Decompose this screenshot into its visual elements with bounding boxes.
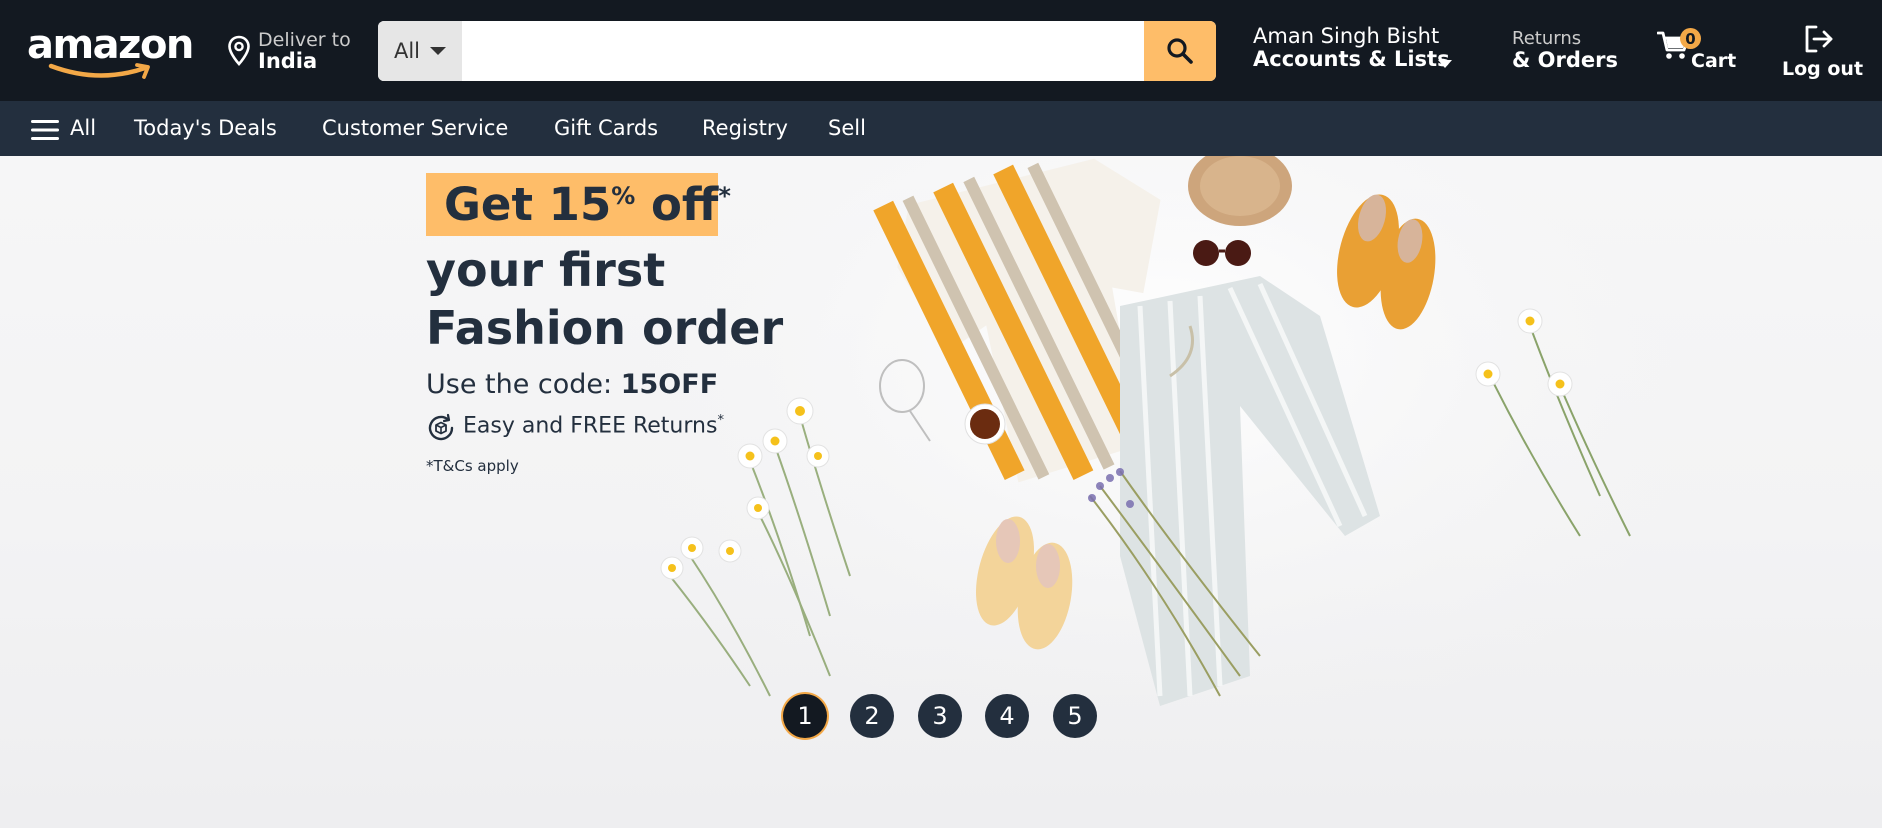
headline-line2: Fashion order — [426, 301, 784, 355]
terms-text: *T&Cs apply — [426, 457, 519, 475]
logout-button[interactable]: Log out — [1780, 24, 1863, 80]
logo-smile-icon — [48, 63, 150, 79]
logout-label: Log out — [1782, 58, 1864, 80]
nav-all[interactable]: All — [70, 101, 96, 156]
discount-asterisk: * — [718, 182, 731, 210]
discount-badge-text: Get 15% off* — [444, 178, 731, 231]
promo-code: 15OFF — [620, 369, 719, 400]
search-input[interactable] — [462, 21, 1122, 81]
cart-label: Cart — [1691, 50, 1737, 72]
cart-button[interactable]: 0 Cart — [1655, 24, 1755, 76]
location-pin-icon — [228, 35, 250, 66]
chevron-down-icon — [1438, 60, 1452, 68]
nav-gift-cards[interactable]: Gift Cards — [554, 101, 658, 156]
secondary-nav: All Today's Deals Customer Service Gift … — [0, 101, 1882, 156]
percent-sign: % — [611, 182, 636, 210]
hero-banner[interactable]: Get 15% off* your first Fashion order Us… — [0, 156, 1882, 828]
promo-code-line: Use the code: 15OFF — [426, 369, 718, 400]
account-username: Aman Singh Bisht — [1253, 24, 1440, 48]
promo-code-label: Use the code: — [426, 369, 621, 400]
returns-box-icon — [428, 413, 454, 441]
account-lists[interactable]: Aman Singh Bisht Accounts & Lists — [1253, 24, 1453, 76]
discount-value: Get 15 — [444, 178, 612, 231]
nav-sell[interactable]: Sell — [828, 101, 866, 156]
nav-registry[interactable]: Registry — [702, 101, 788, 156]
free-returns-asterisk: * — [717, 413, 724, 428]
top-header: amazon Deliver to India All Aman Singh B… — [0, 0, 1882, 101]
nav-customer-service[interactable]: Customer Service — [322, 101, 508, 156]
discount-off: off — [635, 178, 719, 231]
cart-count-badge: 0 — [1680, 28, 1701, 49]
orders-label: & Orders — [1512, 48, 1618, 72]
hamburger-menu-icon[interactable] — [31, 119, 59, 141]
carousel-dot-4[interactable]: 4 — [985, 694, 1029, 738]
nav-todays-deals[interactable]: Today's Deals — [134, 101, 277, 156]
deliver-country: India — [258, 49, 318, 73]
logout-icon — [1805, 25, 1833, 53]
headline-line1: your first — [426, 243, 666, 297]
free-returns-label: Easy and FREE Returns — [463, 413, 718, 439]
returns-orders[interactable]: Returns & Orders — [1512, 26, 1622, 76]
account-lists-label: Accounts & Lists — [1253, 47, 1450, 71]
hero-fashion-image — [640, 156, 1680, 736]
carousel-dot-3[interactable]: 3 — [918, 694, 962, 738]
search-bar: All — [378, 21, 1216, 81]
search-icon — [1167, 38, 1193, 64]
chevron-down-icon — [430, 47, 447, 55]
amazon-logo[interactable]: amazon — [27, 22, 194, 79]
carousel-dot-5[interactable]: 5 — [1053, 694, 1097, 738]
search-category-label: All — [393, 39, 421, 63]
carousel-pagination: 1 2 3 4 5 — [781, 694, 1097, 740]
free-returns-text: Easy and FREE Returns* — [463, 413, 724, 438]
carousel-dot-2[interactable]: 2 — [850, 694, 894, 738]
deliver-label: Deliver to — [258, 29, 351, 51]
carousel-dot-1[interactable]: 1 — [783, 694, 827, 738]
deliver-to[interactable]: Deliver to India — [227, 27, 357, 75]
search-button[interactable] — [1144, 21, 1216, 81]
search-category-select[interactable]: All — [378, 21, 462, 81]
returns-label: Returns — [1512, 28, 1582, 49]
